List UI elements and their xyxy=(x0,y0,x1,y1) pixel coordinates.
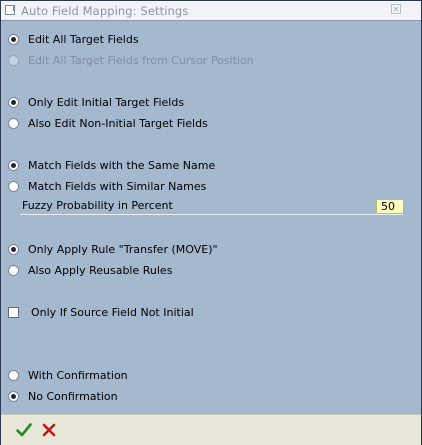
dialog-toolbar xyxy=(1,414,421,445)
confirm-button[interactable] xyxy=(15,421,33,439)
checkmark-icon xyxy=(16,423,32,437)
radio-also-non-initial[interactable]: Also Edit Non-Initial Target Fields xyxy=(8,114,208,132)
fuzzy-probability-row: Fuzzy Probability in Percent xyxy=(20,199,404,215)
radio-label: With Confirmation xyxy=(28,368,128,382)
radio-label: Edit All Target Fields from Cursor Posit… xyxy=(28,53,254,67)
checkbox[interactable] xyxy=(8,306,19,318)
radio-button[interactable] xyxy=(8,369,19,381)
radio-button[interactable] xyxy=(8,117,19,129)
radio-only-transfer-move[interactable]: Only Apply Rule "Transfer (MOVE)" xyxy=(8,240,218,258)
window-title: Auto Field Mapping: Settings xyxy=(21,4,189,18)
cancel-button[interactable] xyxy=(40,421,58,439)
window-icon xyxy=(5,5,15,15)
radio-edit-from-cursor: Edit All Target Fields from Cursor Posit… xyxy=(8,51,254,69)
radio-button[interactable] xyxy=(8,390,19,402)
radio-button[interactable] xyxy=(8,243,19,255)
radio-also-reusable-rules[interactable]: Also Apply Reusable Rules xyxy=(8,261,172,279)
radio-edit-all-target-fields[interactable]: Edit All Target Fields xyxy=(8,30,139,48)
radio-button[interactable] xyxy=(8,180,19,192)
radio-button[interactable] xyxy=(8,264,19,276)
radio-with-confirmation[interactable]: With Confirmation xyxy=(8,366,128,384)
cancel-x-icon xyxy=(42,423,56,437)
title-bar: Auto Field Mapping: Settings ✕ xyxy=(1,1,421,21)
radio-button[interactable] xyxy=(8,96,19,108)
radio-label: No Confirmation xyxy=(28,389,118,403)
checkbox-label: Only If Source Field Not Initial xyxy=(31,305,194,319)
radio-button[interactable] xyxy=(8,33,19,45)
radio-only-initial-target[interactable]: Only Edit Initial Target Fields xyxy=(8,93,184,111)
radio-match-same-name[interactable]: Match Fields with the Same Name xyxy=(8,156,215,174)
radio-label: Match Fields with Similar Names xyxy=(28,179,207,193)
radio-button xyxy=(8,54,19,66)
radio-match-similar-names[interactable]: Match Fields with Similar Names xyxy=(8,177,206,195)
radio-label: Also Edit Non-Initial Target Fields xyxy=(28,116,208,130)
radio-label: Only Apply Rule "Transfer (MOVE)" xyxy=(28,242,218,256)
radio-label: Match Fields with the Same Name xyxy=(28,158,216,172)
checkbox-source-not-initial[interactable]: Only If Source Field Not Initial xyxy=(8,303,194,321)
close-icon[interactable]: ✕ xyxy=(391,4,401,14)
fuzzy-probability-label: Fuzzy Probability in Percent xyxy=(22,199,173,212)
radio-label: Edit All Target Fields xyxy=(28,32,139,46)
dialog-window: Auto Field Mapping: Settings ✕ Edit All … xyxy=(0,0,422,445)
radio-no-confirmation[interactable]: No Confirmation xyxy=(8,387,118,405)
fuzzy-probability-input[interactable] xyxy=(376,199,404,214)
radio-label: Also Apply Reusable Rules xyxy=(28,263,173,277)
radio-label: Only Edit Initial Target Fields xyxy=(28,95,185,109)
radio-button[interactable] xyxy=(8,159,19,171)
